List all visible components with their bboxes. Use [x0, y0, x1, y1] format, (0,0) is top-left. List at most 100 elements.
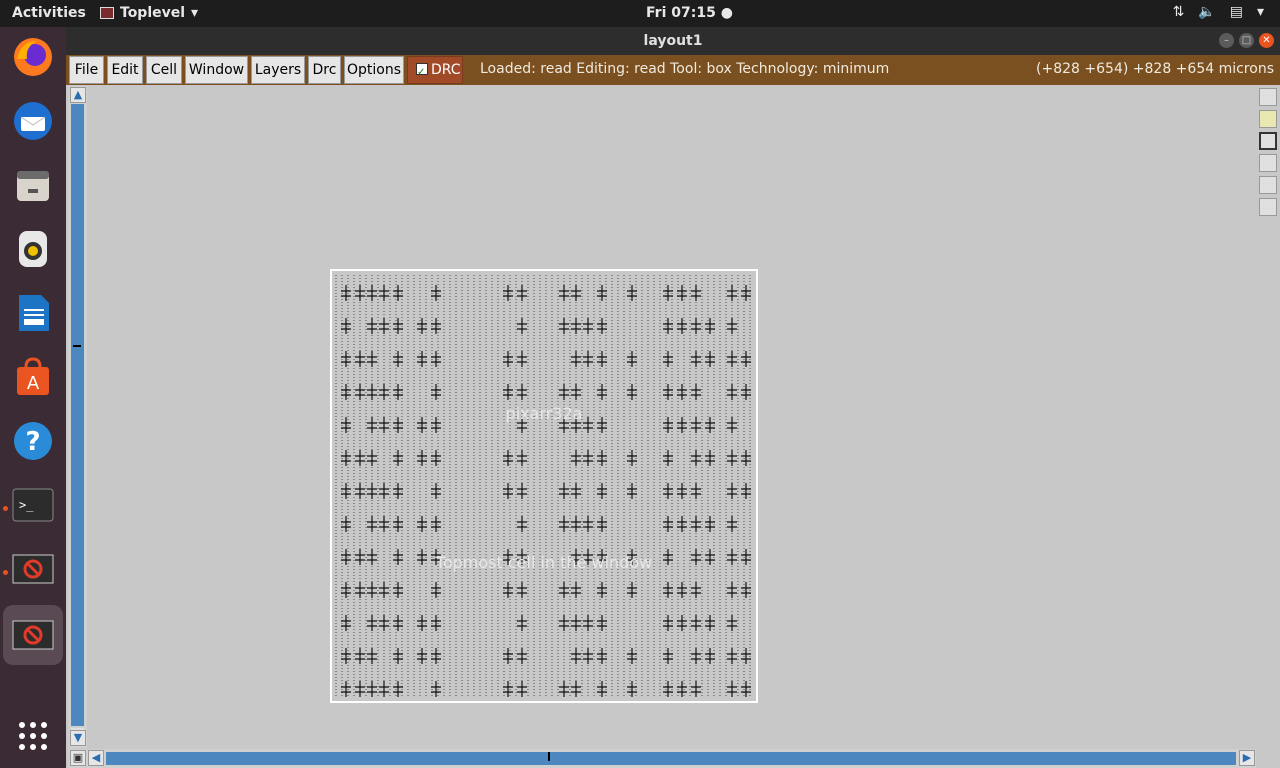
- layout-geometry-mark: [517, 285, 527, 301]
- layout-geometry-mark: [691, 615, 701, 631]
- layout-geometry-mark: [727, 384, 737, 400]
- layout-geometry-mark: [379, 384, 389, 400]
- zoom-box-icon[interactable]: ▣: [70, 750, 86, 766]
- horizontal-scrollbar[interactable]: ▣ ◀ ▶: [68, 749, 1256, 768]
- layout-geometry-mark: [517, 483, 527, 499]
- menu-drc[interactable]: Drc: [308, 56, 341, 84]
- layout-geometry-mark: [517, 615, 527, 631]
- tool-button[interactable]: [1259, 132, 1277, 150]
- layout-geometry-mark: [517, 351, 527, 367]
- scroll-down-icon[interactable]: ▼: [70, 730, 86, 746]
- layout-geometry-mark: [367, 450, 377, 466]
- tool-button[interactable]: [1259, 88, 1277, 106]
- layout-geometry-mark: [559, 285, 569, 301]
- layout-geometry-mark: [571, 681, 581, 697]
- writer-icon[interactable]: [9, 289, 57, 337]
- close-icon[interactable]: ✕: [1259, 33, 1274, 48]
- vertical-scroll-thumb[interactable]: [71, 104, 84, 726]
- window-title: layout1: [643, 33, 703, 49]
- show-apps-icon[interactable]: [9, 712, 57, 760]
- layout-geometry-mark: [571, 648, 581, 664]
- menu-layers[interactable]: Layers: [251, 56, 305, 84]
- layout-geometry-mark: [559, 318, 569, 334]
- layout-geometry-mark: [571, 351, 581, 367]
- top-bar: Activities Toplevel ▾ Fri 07:15 ● ⇅ 🔈 ▤ …: [0, 0, 1280, 27]
- layout-geometry-mark: [727, 681, 737, 697]
- firefox-icon[interactable]: [9, 33, 57, 81]
- layout-geometry-mark: [583, 648, 593, 664]
- layout-geometry-mark: [379, 483, 389, 499]
- layout-geometry-mark: [559, 681, 569, 697]
- layout-geometry-mark: [571, 516, 581, 532]
- layout-geometry-mark: [379, 681, 389, 697]
- cell-geometry: [335, 275, 751, 697]
- horizontal-scroll-thumb[interactable]: [106, 752, 1236, 765]
- layout-geometry-mark: [727, 582, 737, 598]
- layout-geometry-mark: [691, 483, 701, 499]
- layout-geometry-mark: [367, 351, 377, 367]
- app-menu[interactable]: Toplevel ▾: [100, 5, 198, 21]
- menu-file[interactable]: File: [69, 56, 104, 84]
- files-icon[interactable]: [9, 161, 57, 209]
- tool-palette: [1256, 86, 1280, 768]
- magic-icon[interactable]: [3, 605, 63, 665]
- menu-edit[interactable]: Edit: [107, 56, 143, 84]
- layout-geometry-mark: [517, 516, 527, 532]
- thunderbird-icon[interactable]: [9, 97, 57, 145]
- menu-options[interactable]: Options: [344, 56, 404, 84]
- layout-geometry-mark: [691, 681, 701, 697]
- layout-geometry-mark: [583, 450, 593, 466]
- layout-geometry-mark: [691, 516, 701, 532]
- cell-instance[interactable]: pixarr32a Topmost cell in the window: [330, 269, 758, 703]
- terminal-icon[interactable]: >_: [9, 481, 57, 529]
- svg-text:?: ?: [25, 427, 40, 457]
- software-icon[interactable]: A: [9, 353, 57, 401]
- layout-geometry-mark: [583, 615, 593, 631]
- activities-button[interactable]: Activities: [12, 5, 86, 21]
- menu-window[interactable]: Window: [185, 56, 248, 84]
- layout-geometry-mark: [367, 681, 377, 697]
- clock[interactable]: Fri 07:15 ●: [646, 5, 733, 21]
- menu-cell[interactable]: Cell: [146, 56, 182, 84]
- magic-icon[interactable]: [9, 545, 57, 593]
- running-indicator: [3, 506, 8, 511]
- chevron-down-icon: ▾: [1256, 4, 1264, 20]
- coordinates-readout: (+828 +654) +828 +654 microns: [1036, 61, 1274, 77]
- layout-geometry-mark: [517, 384, 527, 400]
- layout-geometry-mark: [571, 582, 581, 598]
- tool-button[interactable]: [1259, 198, 1277, 216]
- layout-geometry-mark: [691, 582, 701, 598]
- system-tray[interactable]: ⇅ 🔈 ▤ ▾: [1173, 4, 1264, 20]
- maximize-icon[interactable]: □: [1239, 33, 1254, 48]
- rhythmbox-icon[interactable]: [9, 225, 57, 273]
- vertical-scrollbar[interactable]: ▲ ▼: [68, 86, 87, 748]
- minimize-icon[interactable]: –: [1219, 33, 1234, 48]
- layout-canvas[interactable]: pixarr32a Topmost cell in the window: [88, 86, 1254, 748]
- layout-geometry-mark: [691, 318, 701, 334]
- layout-geometry-mark: [367, 648, 377, 664]
- drc-toggle[interactable]: DRC: [407, 56, 463, 86]
- scroll-up-icon[interactable]: ▲: [70, 87, 86, 103]
- tool-button[interactable]: [1259, 110, 1277, 128]
- layout-geometry-mark: [379, 318, 389, 334]
- window-titlebar[interactable]: layout1 – □ ✕: [66, 27, 1280, 55]
- layout-geometry-mark: [367, 384, 377, 400]
- layout-geometry-mark: [571, 318, 581, 334]
- cell-name-label: pixarr32a: [505, 404, 583, 423]
- tool-button[interactable]: [1259, 154, 1277, 172]
- layout-geometry-mark: [571, 483, 581, 499]
- help-icon[interactable]: ?: [9, 417, 57, 465]
- layout-geometry-mark: [355, 582, 365, 598]
- layout-geometry-mark: [559, 582, 569, 598]
- layout-geometry-mark: [727, 318, 737, 334]
- svg-text:>_: >_: [19, 498, 34, 512]
- layout-geometry-mark: [355, 681, 365, 697]
- dock: A ? >_: [0, 27, 66, 768]
- tool-button[interactable]: [1259, 176, 1277, 194]
- scroll-left-icon[interactable]: ◀: [88, 750, 104, 766]
- layout-geometry-mark: [571, 285, 581, 301]
- scroll-right-icon[interactable]: ▶: [1239, 750, 1255, 766]
- layout-geometry-mark: [559, 384, 569, 400]
- layout-geometry-mark: [727, 285, 737, 301]
- layout-geometry-mark: [727, 648, 737, 664]
